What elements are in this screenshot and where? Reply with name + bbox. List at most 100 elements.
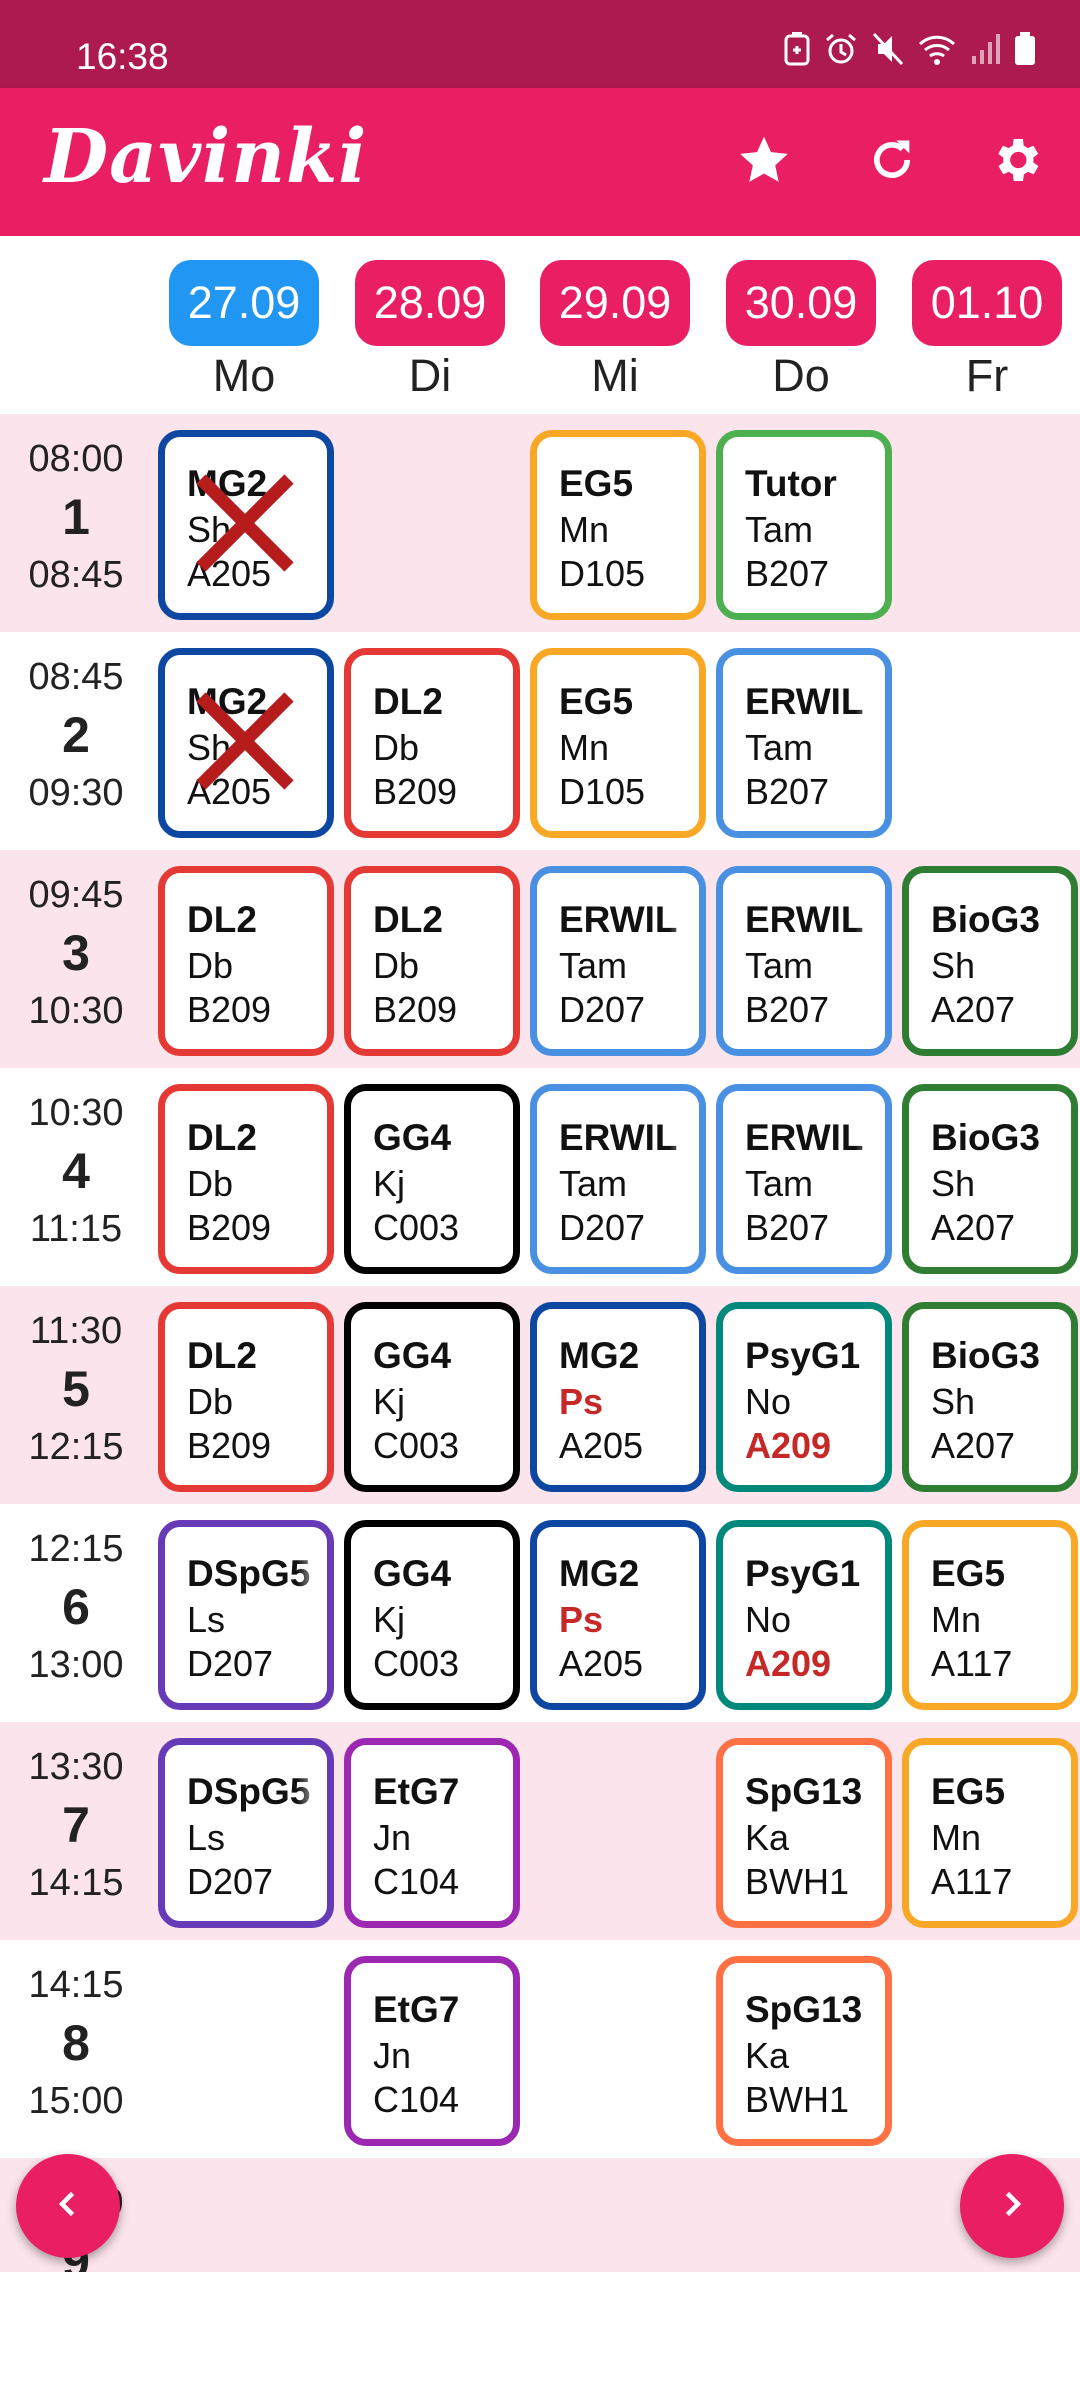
lesson-card[interactable]: EtG7 Jn C104 (344, 1738, 520, 1928)
lesson-card[interactable]: GG4 Kj C003 (344, 1520, 520, 1710)
lesson-card[interactable]: ERWIL Tam D207 (530, 1084, 706, 1274)
day-column-di[interactable]: 28.09 Di (355, 260, 505, 402)
lesson-room: B209 (373, 771, 458, 812)
period-number: 3 (62, 925, 90, 981)
lesson-room: C003 (373, 1207, 460, 1248)
day-column-mi[interactable]: 29.09 Mi (540, 260, 690, 402)
lesson-room: B209 (187, 989, 272, 1030)
period-row: 08:45 2 09:30 MG2 Sh A205 DL2 Db B209 EG5 Mn D105 ER… (0, 632, 1080, 850)
lesson-teacher: Ls (187, 1817, 226, 1858)
day-column-fr[interactable]: 01.10 Fr (912, 260, 1062, 402)
lesson-card[interactable]: EG5 Mn A117 (902, 1738, 1078, 1928)
lesson-card[interactable]: DL2 Db B209 (344, 648, 520, 838)
period-row: 12:15 6 13:00 DSpG5 Ls D207 GG4 Kj C003 MG2 Ps A205… (0, 1504, 1080, 1722)
lesson-subject: DSpG5 (187, 1771, 311, 1812)
refresh-button[interactable] (852, 122, 932, 202)
lesson-subject: DSpG5 (187, 1553, 311, 1594)
period-number: 6 (62, 1579, 90, 1635)
lesson-room: B207 (745, 1207, 830, 1248)
lesson-card[interactable]: Tutor Tam B207 (716, 430, 892, 620)
lesson-card[interactable]: DSpG5 Ls D207 (158, 1738, 334, 1928)
lesson-card[interactable]: PsyG1 No A209 (716, 1302, 892, 1492)
favorite-button[interactable] (724, 122, 804, 202)
period-end-time: 15:00 (28, 2080, 124, 2122)
lesson-room: D105 (559, 553, 646, 594)
next-week-button[interactable] (960, 2154, 1064, 2258)
lesson-teacher: Tam (745, 727, 814, 768)
lesson-card[interactable]: ERWIL Tam D207 (530, 866, 706, 1056)
lesson-room: D207 (559, 989, 646, 1030)
lesson-room: D105 (559, 771, 646, 812)
battery-saver-icon (784, 32, 810, 66)
lesson-card[interactable]: DL2 Db B209 (344, 866, 520, 1056)
lesson-card[interactable]: ERWIL Tam B207 (716, 1084, 892, 1274)
app-title: Davinki (44, 114, 368, 200)
lesson-card[interactable]: PsyG1 No A209 (716, 1520, 892, 1710)
lesson-card[interactable]: ERWIL Tam B207 (716, 648, 892, 838)
lesson-card[interactable]: EG5 Mn A117 (902, 1520, 1078, 1710)
lesson-teacher: No (745, 1599, 792, 1640)
period-end-time: 09:30 (28, 772, 124, 814)
period-start-time: 12:15 (28, 1528, 124, 1570)
date-chip[interactable]: 29.09 (540, 260, 690, 346)
lesson-card[interactable]: BioG3 Sh A207 (902, 1084, 1078, 1274)
gear-icon (988, 132, 1044, 193)
date-chip[interactable]: 28.09 (355, 260, 505, 346)
date-chip[interactable]: 30.09 (726, 260, 876, 346)
lesson-card[interactable]: GG4 Kj C003 (344, 1302, 520, 1492)
day-column-mo[interactable]: 27.09 Mo (169, 260, 319, 402)
lesson-subject: GG4 (373, 1117, 452, 1158)
lesson-subject: EG5 (931, 1771, 1006, 1812)
period-row: 11:30 5 12:15 DL2 Db B209 GG4 Kj C003 MG2 Ps A205 Ps… (0, 1286, 1080, 1504)
lesson-room: B209 (187, 1425, 272, 1466)
lesson-teacher: Kj (373, 1163, 406, 1204)
lesson-subject: MG2 (559, 1335, 640, 1376)
lesson-card[interactable]: MG2 Ps A205 (530, 1302, 706, 1492)
lesson-card[interactable]: BioG3 Sh A207 (902, 866, 1078, 1056)
lesson-teacher: Mn (931, 1599, 982, 1640)
date-chip[interactable]: 01.10 (912, 260, 1062, 346)
lesson-card[interactable]: DL2 Db B209 (158, 866, 334, 1056)
lesson-subject: BioG3 (931, 1335, 1040, 1376)
lesson-subject: EtG7 (373, 1989, 460, 2030)
lesson-card[interactable]: EG5 Mn D105 (530, 648, 706, 838)
date-chip[interactable]: 27.09 (169, 260, 319, 346)
screen: 16:38 Davinki 27.09 Mo 28.09 Di 29.09 Mi… (0, 0, 1080, 2272)
text-fade (297, 1765, 327, 1815)
lesson-card[interactable]: ERWIL Tam B207 (716, 866, 892, 1056)
lesson-card[interactable]: SpG13 Ka BWH1 (716, 1738, 892, 1928)
lesson-card[interactable]: EtG7 Jn C104 (344, 1956, 520, 2146)
lesson-card[interactable]: SpG13 Ka BWH1 (716, 1956, 892, 2146)
lesson-card[interactable]: DSpG5 Ls D207 (158, 1520, 334, 1710)
lesson-teacher: Tam (559, 945, 628, 986)
lesson-teacher: Tam (745, 1163, 814, 1204)
period-time: 12:15 6 13:00 (0, 1504, 152, 1722)
period-row: 15:009 (0, 2158, 1080, 2272)
period-start-time: 10:30 (28, 1092, 124, 1134)
lesson-teacher: Jn (373, 1817, 412, 1858)
period-row: 13:30 7 14:15 DSpG5 Ls D207 EtG7 Jn C104 SpG13 Ka B… (0, 1722, 1080, 1940)
lesson-subject: DL2 (373, 681, 443, 722)
period-end-time: 13:00 (28, 1644, 124, 1686)
lesson-subject: PsyG1 (745, 1335, 861, 1376)
previous-week-button[interactable] (16, 2154, 120, 2258)
period-number: 4 (62, 1143, 90, 1199)
settings-button[interactable] (976, 122, 1056, 202)
day-column-do[interactable]: 30.09 Do (726, 260, 876, 402)
lesson-teacher: Db (187, 945, 234, 986)
lesson-card-cancelled[interactable]: MG2 Sh A205 (158, 648, 334, 838)
lesson-card[interactable]: BioG3 Sh A207 (902, 1302, 1078, 1492)
lesson-card-cancelled[interactable]: MG2 Sh A205 (158, 430, 334, 620)
lesson-card[interactable]: GG4 Kj C003 (344, 1084, 520, 1274)
period-end-time: 08:45 (28, 554, 124, 596)
period-time: 08:00 1 08:45 (0, 414, 152, 632)
period-time: 13:30 7 14:15 (0, 1722, 152, 1940)
lesson-card[interactable]: DL2 Db B209 (158, 1084, 334, 1274)
lesson-subject: MG2 (559, 1553, 640, 1594)
lesson-card[interactable]: EG5 Mn D105 (530, 430, 706, 620)
lesson-card[interactable]: DL2 Db B209 (158, 1302, 334, 1492)
period-time: 09:45 3 10:30 (0, 850, 152, 1068)
period-row: 14:15 8 15:00 EtG7 Jn C104 SpG13 Ka BWH1 (0, 1940, 1080, 2158)
lesson-card[interactable]: MG2 Ps A205 (530, 1520, 706, 1710)
app-bar: Davinki (0, 88, 1080, 236)
